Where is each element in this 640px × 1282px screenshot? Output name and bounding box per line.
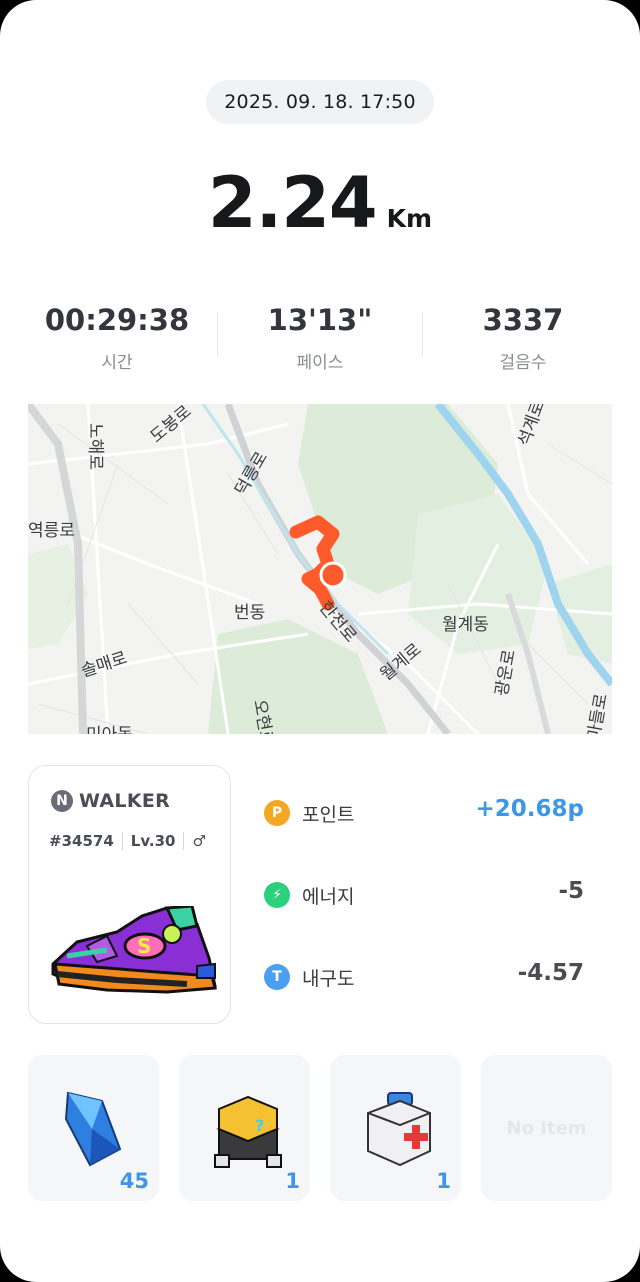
map-label: 미아동 bbox=[86, 720, 133, 734]
brand-badge-icon: N bbox=[51, 790, 73, 812]
reward-label: 에너지 bbox=[302, 886, 355, 908]
item-count: 45 bbox=[119, 1169, 149, 1193]
sneaker-card[interactable]: N WALKER #34574 Lv.30 ♂ S bbox=[28, 765, 231, 1024]
item-count: 1 bbox=[285, 1169, 300, 1193]
stat-divider bbox=[422, 312, 423, 356]
stat-steps: 3337 걸음수 bbox=[423, 300, 623, 373]
map-label: 노해로 bbox=[84, 423, 105, 470]
reward-value: -4.57 bbox=[517, 960, 584, 986]
item-slot-crystal[interactable]: 45 bbox=[28, 1055, 159, 1201]
reward-label: 내구도 bbox=[302, 968, 355, 990]
distance-unit: Km bbox=[386, 204, 433, 233]
map-label: 역릉로 bbox=[28, 521, 75, 541]
distance-value: 2.24 bbox=[207, 162, 378, 244]
sneaker-id: #34574 bbox=[49, 832, 114, 850]
record-datetime: 2025. 09. 18. 17:50 bbox=[224, 91, 416, 113]
map-label: 번동 bbox=[234, 603, 266, 623]
meta-divider bbox=[183, 832, 185, 850]
blue-crystal-icon bbox=[64, 1091, 122, 1167]
svg-text:S: S bbox=[137, 934, 151, 958]
map-canvas bbox=[28, 404, 612, 734]
item-slot-repair-kit[interactable]: 1 bbox=[330, 1055, 461, 1201]
stat-value: 13'13" bbox=[267, 303, 373, 337]
sneaker-header: N WALKER bbox=[51, 790, 170, 812]
run-record-sheet: 2025. 09. 18. 17:50 2.24 Km 00:29:38 시간 … bbox=[0, 0, 640, 1282]
stat-time: 00:29:38 시간 bbox=[17, 300, 217, 373]
durability-icon: T bbox=[264, 964, 290, 990]
map-label: 월계동 bbox=[442, 615, 489, 635]
distance-display: 2.24 Km bbox=[0, 162, 640, 252]
stat-value: 00:29:38 bbox=[44, 303, 190, 337]
stat-divider bbox=[217, 312, 218, 356]
reward-durability-row: T 내구도 -4.57 bbox=[264, 958, 592, 998]
stats-row: 00:29:38 시간 13'13" 페이스 3337 걸음수 bbox=[0, 300, 640, 380]
repair-kit-icon bbox=[367, 1092, 431, 1167]
datetime-pill: 2025. 09. 18. 17:50 bbox=[206, 80, 434, 124]
stat-value: 3337 bbox=[482, 303, 564, 337]
energy-bolt-icon: ⚡ bbox=[264, 882, 290, 908]
item-count: 1 bbox=[436, 1169, 451, 1193]
stat-label: 시간 bbox=[101, 353, 133, 373]
gender-icon: ♂ bbox=[192, 832, 206, 850]
route-map[interactable]: 도봉로 노해로 덕릉로 석계로 역릉로 번동 한천로 월계동 솔매로 월계로 광… bbox=[28, 404, 612, 734]
meta-divider bbox=[121, 832, 123, 850]
sneaker-illustration-icon: S bbox=[51, 906, 217, 994]
stat-label: 걸음수 bbox=[499, 353, 547, 373]
sneaker-level: Lv.30 bbox=[130, 832, 176, 850]
stat-label: 페이스 bbox=[296, 353, 344, 373]
reward-label: 포인트 bbox=[302, 804, 355, 826]
point-coin-icon: P bbox=[264, 800, 290, 826]
mystery-box-icon: ? bbox=[214, 1095, 282, 1168]
item-slot-mystery-box[interactable]: ? 1 bbox=[179, 1055, 310, 1201]
reward-energy-row: ⚡ 에너지 -5 bbox=[264, 876, 592, 916]
empty-slot-text: No Item bbox=[506, 1117, 587, 1139]
svg-text:?: ? bbox=[255, 1116, 264, 1135]
item-slot-empty[interactable]: No Item bbox=[481, 1055, 612, 1201]
sneaker-meta: #34574 Lv.30 ♂ bbox=[49, 832, 206, 850]
reward-value: -5 bbox=[558, 878, 584, 904]
stat-pace: 13'13" 페이스 bbox=[220, 300, 420, 373]
reward-point-row: P 포인트 +20.68p bbox=[264, 794, 592, 834]
sneaker-type: WALKER bbox=[79, 790, 171, 812]
reward-value: +20.68p bbox=[475, 796, 585, 822]
